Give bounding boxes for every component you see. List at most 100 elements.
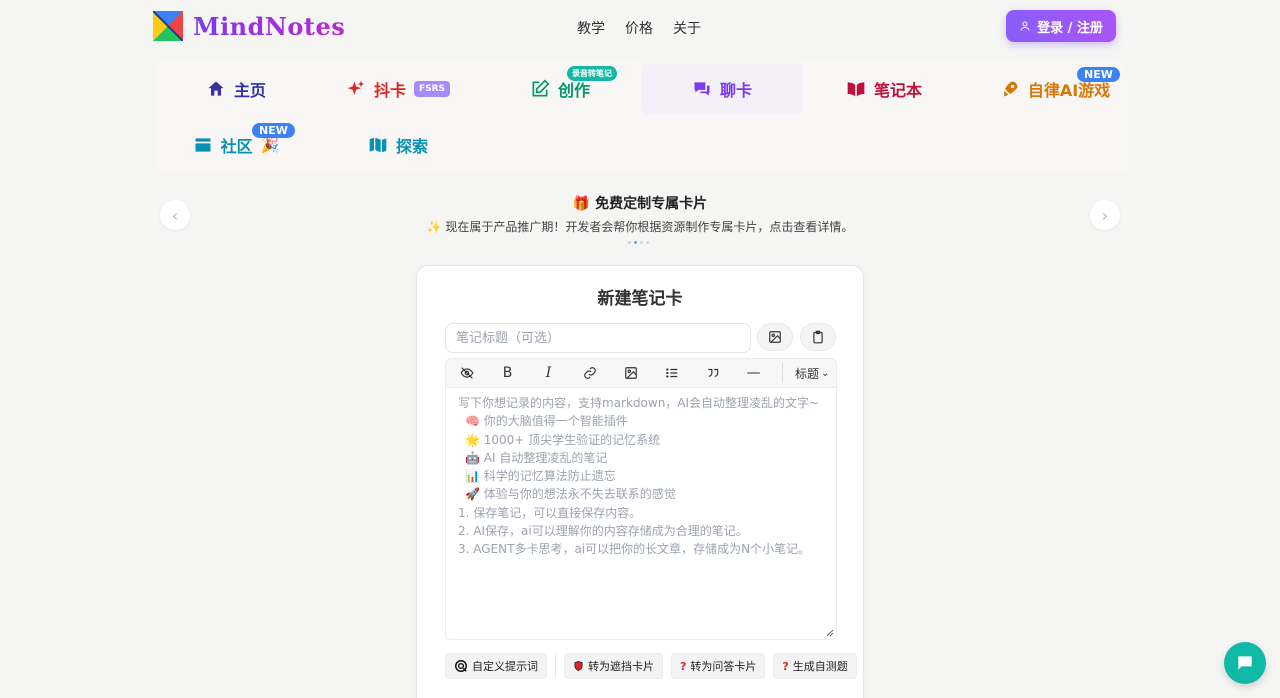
shield-icon — [574, 661, 583, 671]
list-icon — [665, 368, 677, 378]
insert-image-button[interactable] — [757, 323, 793, 351]
carousel-dot[interactable] — [628, 241, 631, 244]
note-actions: 自定义提示词 转为遮挡卡片 ? 转为问答卡片 ? 生成自测题 — [445, 653, 857, 679]
generate-quiz-label: 生成自测题 — [792, 660, 848, 673]
brand-name: MindNotes — [193, 11, 346, 41]
rocket-icon — [1003, 81, 1018, 97]
custom-prompt-button[interactable]: 自定义提示词 — [445, 653, 547, 679]
new-badge: NEW — [252, 123, 295, 138]
tab-notebook[interactable]: 笔记本 — [803, 63, 965, 115]
question-mark-icon: ? — [680, 659, 687, 673]
banner-title: 免费定制专属卡片 — [595, 196, 708, 212]
paste-button[interactable] — [800, 323, 836, 351]
top-nav: 教学 价格 关于 — [577, 18, 701, 38]
minus-icon: — — [746, 365, 761, 381]
nav-pricing[interactable]: 价格 — [625, 18, 653, 38]
placeholder-line: 🤖 AI 自动整理凌乱的笔记 — [465, 450, 608, 465]
image-icon — [624, 367, 637, 379]
image-icon — [769, 331, 781, 343]
placeholder-line: 🚀 体验与你的想法永不失去联系的感觉 — [465, 487, 676, 502]
tab-doucard-label: 抖卡 — [373, 81, 406, 100]
to-cloze-label: 转为遮挡卡片 — [588, 660, 654, 673]
login-label: 登录 / 注册 — [1037, 20, 1103, 36]
brand-logo[interactable]: MindNotes — [152, 10, 346, 42]
banner-subtitle: 现在属于产品推广期！开发者会帮你根据资源制作专属卡片，点击查看详情。 — [445, 220, 854, 234]
nav-tutorial[interactable]: 教学 — [577, 18, 605, 38]
generate-quiz-button[interactable]: ? 生成自测题 — [773, 653, 857, 679]
note-content-editor[interactable]: 写下你想记录的内容，支持markdown，AI会自动整理凌乱的文字~ 🧠 你的大… — [445, 388, 837, 640]
to-qa-label: 转为问答卡片 — [690, 660, 757, 673]
banner-subtitle-row[interactable]: ✨ 现在属于产品推广期！开发者会帮你根据资源制作专属卡片，点击查看详情。 — [0, 218, 1280, 235]
tab-doucard[interactable]: 抖卡 FSRS — [317, 63, 479, 115]
tab-home-label: 主页 — [233, 81, 266, 100]
italic-icon: I — [545, 365, 552, 381]
chevron-down-icon: ⌄ — [821, 367, 830, 379]
layers-icon — [195, 138, 211, 152]
tab-explore[interactable]: 探索 — [317, 119, 479, 171]
horizontal-rule-button[interactable]: — — [733, 359, 774, 387]
target-icon — [455, 660, 467, 672]
placeholder-line: 📊 科学的记忆算法防止遗忘 — [465, 469, 616, 484]
user-icon — [1020, 21, 1030, 31]
home-icon — [208, 81, 224, 96]
tab-community-label: 社区 — [220, 137, 253, 156]
new-badge: NEW — [1077, 67, 1120, 82]
link-icon — [583, 367, 596, 379]
feature-tabs: 主页 抖卡 FSRS 创作 录音转笔记 聊卡 笔记本 自律AI游戏 NEW 社区… — [155, 62, 1127, 174]
placeholder-line: 2. AI保存，ai可以理解你的内容存储成为合理的笔记。 — [458, 524, 748, 539]
italic-button[interactable]: I — [528, 359, 569, 387]
tab-chat-label: 聊卡 — [719, 81, 752, 100]
placeholder-line: 🧠 你的大脑值得一个智能插件 — [465, 414, 628, 429]
eye-off-icon — [459, 367, 474, 379]
question-mark-icon: ? — [782, 659, 789, 673]
tab-home[interactable]: 主页 — [155, 63, 317, 115]
resize-handle-icon[interactable] — [826, 629, 834, 637]
carousel-dot[interactable] — [646, 241, 649, 244]
carousel-dot-active[interactable] — [634, 241, 637, 244]
carousel-dots — [628, 241, 649, 244]
editor-toolbar: B I — 标题 ⌄ — [445, 358, 837, 388]
banner-title-row[interactable]: 🎁 免费定制专属卡片 — [0, 193, 1280, 213]
sparkles-icon — [347, 80, 365, 95]
carousel-dot[interactable] — [640, 241, 643, 244]
note-title-input[interactable] — [445, 323, 751, 353]
login-button[interactable]: 登录 / 注册 — [1006, 10, 1116, 42]
link-button[interactable] — [569, 359, 610, 387]
toolbar-divider — [782, 363, 783, 383]
toggle-preview-button[interactable] — [446, 359, 487, 387]
sparkle-icon: ✨ — [426, 220, 442, 234]
fsrs-badge: FSRS — [413, 81, 451, 97]
heading-select[interactable]: 标题 ⌄ — [795, 365, 829, 382]
custom-prompt-label: 自定义提示词 — [472, 660, 538, 673]
tab-explore-label: 探索 — [395, 137, 428, 156]
top-header: MindNotes 教学 价格 关于 登录 / 注册 — [0, 0, 1280, 54]
map-icon — [369, 137, 387, 154]
to-qa-button[interactable]: ? 转为问答卡片 — [671, 653, 766, 679]
tab-notebook-label: 笔记本 — [873, 81, 922, 100]
heading-select-label: 标题 — [795, 366, 820, 381]
chat-support-button[interactable] — [1224, 642, 1266, 684]
bold-icon: B — [502, 365, 513, 381]
logo-icon — [152, 10, 184, 42]
new-note-card: 新建笔记卡 B I — 标题 — [416, 265, 864, 698]
to-cloze-button[interactable]: 转为遮挡卡片 — [564, 653, 663, 679]
bold-button[interactable]: B — [487, 359, 528, 387]
placeholder-line: 写下你想记录的内容，支持markdown，AI会自动整理凌乱的文字~ — [458, 396, 820, 410]
book-open-icon — [847, 82, 865, 97]
tab-chat[interactable]: 聊卡 — [641, 63, 803, 115]
placeholder-line: 🌟 1000+ 顶尖学生验证的记忆系统 — [465, 432, 661, 447]
placeholder-line: 3. AGENT多卡思考，ai可以把你的长文章，存储成为N个小笔记。 — [458, 542, 811, 557]
chat-bubbles-icon — [694, 82, 710, 96]
gift-icon: 🎁 — [572, 196, 591, 212]
placeholder-line: 1. 保存笔记，可以直接保存内容。 — [458, 505, 642, 520]
card-title: 新建笔记卡 — [597, 289, 683, 309]
image-button[interactable] — [610, 359, 651, 387]
message-icon — [1238, 656, 1252, 670]
pen-square-icon — [532, 79, 550, 97]
bullet-list-button[interactable] — [651, 359, 692, 387]
party-popper-icon: 🎉 — [260, 136, 280, 154]
recording-badge: 录音转笔记 — [567, 66, 617, 81]
nav-about[interactable]: 关于 — [673, 18, 701, 38]
quote-button[interactable] — [692, 359, 733, 387]
actions-divider — [555, 655, 556, 677]
